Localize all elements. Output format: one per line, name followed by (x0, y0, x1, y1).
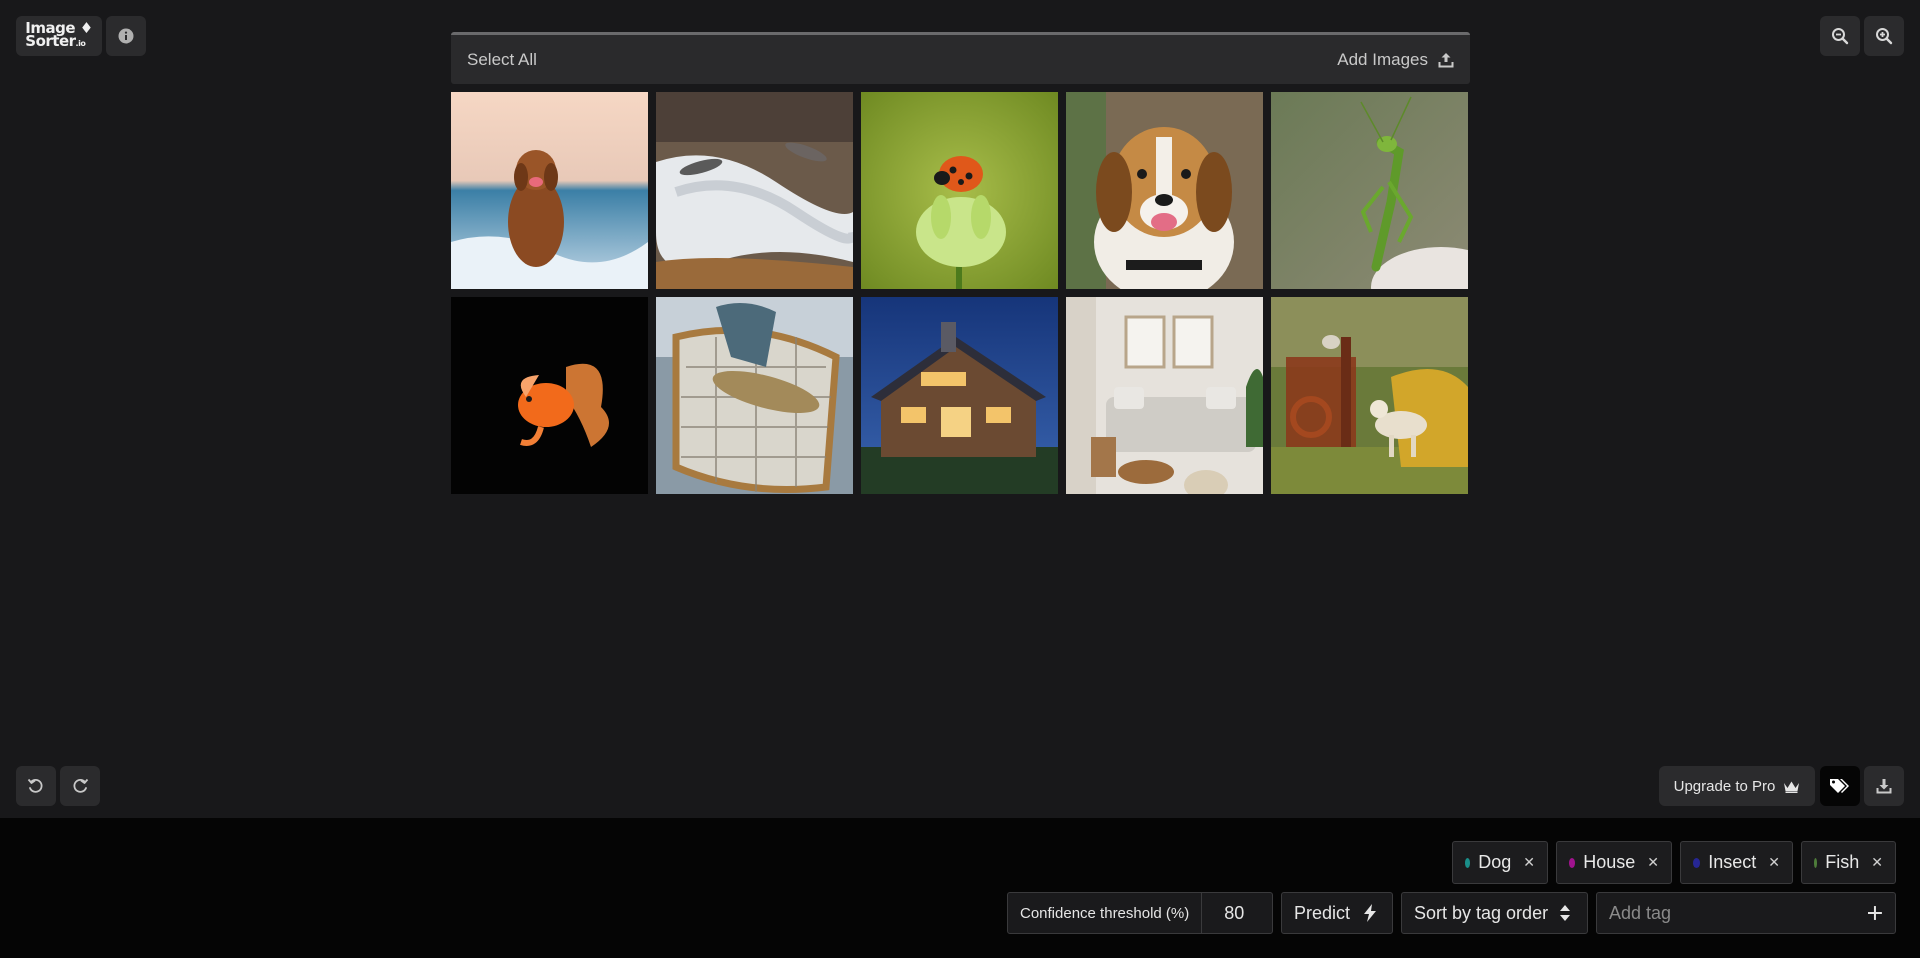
tag-color-dot (1693, 857, 1701, 868)
info-button[interactable] (106, 16, 146, 56)
upgrade-to-pro-button[interactable]: Upgrade to Pro (1659, 766, 1815, 806)
sort-icon (1560, 905, 1571, 921)
info-icon (118, 28, 134, 44)
tag-label: House (1583, 852, 1636, 872)
redo-icon (73, 778, 89, 793)
image-thumbnail-living-room[interactable] (1066, 297, 1263, 494)
image-thumbnail-ladybug-on-flower[interactable] (861, 92, 1058, 289)
image-thumbnail-trout-in-net[interactable] (656, 297, 853, 494)
upload-icon (1438, 52, 1454, 67)
undo-button[interactable] (16, 766, 56, 806)
tag-chip-insect[interactable]: Insect ✕ (1680, 841, 1793, 884)
image-thumbnail-praying-mantis[interactable] (1271, 92, 1468, 289)
download-icon (1876, 779, 1892, 794)
image-thumbnail-beagle-portrait[interactable] (1066, 92, 1263, 289)
praying-mantis-image (1271, 92, 1468, 289)
dog-on-beach-image (451, 92, 648, 289)
redo-button[interactable] (60, 766, 100, 806)
house-at-night-image (861, 297, 1058, 494)
zoom-in-button[interactable] (1864, 16, 1904, 56)
remove-tag-icon[interactable]: ✕ (1647, 854, 1659, 871)
upgrade-label: Upgrade to Pro (1673, 777, 1776, 795)
goldfish-image (451, 297, 648, 494)
tag-color-dot (1465, 857, 1471, 868)
zoom-in-icon (1876, 28, 1893, 45)
crown-icon (1784, 781, 1800, 793)
select-all-button[interactable]: Select All (467, 50, 537, 70)
plus-icon[interactable] (1867, 905, 1883, 921)
salmon-in-river-image (656, 92, 853, 289)
add-images-label: Add Images (1337, 49, 1428, 69)
ladybug-on-flower-image (861, 92, 1058, 289)
trout-in-net-image (656, 297, 853, 494)
image-thumbnail-dog-and-cat-in-garden[interactable] (1271, 297, 1468, 494)
predict-button[interactable]: Predict (1281, 892, 1393, 934)
beagle-portrait-image (1066, 92, 1263, 289)
sort-label: Sort by tag order (1414, 902, 1549, 923)
zoom-out-icon (1832, 28, 1849, 45)
bolt-icon (1364, 904, 1377, 922)
dog-and-cat-in-garden-image (1271, 297, 1468, 494)
tag-label: Insect (1708, 852, 1757, 872)
image-grid (451, 92, 1470, 494)
tags-icon (1830, 779, 1849, 793)
add-tag-field (1596, 892, 1896, 934)
remove-tag-icon[interactable]: ✕ (1768, 854, 1780, 871)
living-room-image (1066, 297, 1263, 494)
image-thumbnail-house-at-night[interactable] (861, 297, 1058, 494)
logo-wordmark: Image ♦ Sorter.io (25, 19, 93, 50)
history-controls (16, 766, 100, 806)
add-tag-input[interactable] (1609, 902, 1868, 924)
remove-tag-icon[interactable]: ✕ (1523, 854, 1535, 871)
download-button[interactable] (1864, 766, 1904, 806)
confidence-threshold-label: Confidence threshold (%) (1008, 893, 1203, 933)
image-thumbnail-goldfish[interactable] (451, 297, 648, 494)
add-images-button[interactable]: Add Images (1337, 50, 1454, 70)
tag-label: Fish (1825, 852, 1860, 872)
image-thumbnail-dog-on-beach[interactable] (451, 92, 648, 289)
image-thumbnail-salmon-in-river[interactable] (656, 92, 853, 289)
tag-chip-fish[interactable]: Fish ✕ (1801, 841, 1896, 884)
tag-chip-dog[interactable]: Dog ✕ (1452, 841, 1548, 884)
remove-tag-icon[interactable]: ✕ (1871, 854, 1883, 871)
sort-by-tag-order-select[interactable]: Sort by tag order (1401, 892, 1588, 934)
tag-color-dot (1814, 857, 1818, 868)
predict-label: Predict (1294, 902, 1351, 923)
image-toolbar: Select All Add Images (451, 32, 1470, 84)
tag-chip-house[interactable]: House ✕ (1556, 841, 1672, 884)
tag-color-dot (1569, 857, 1576, 868)
tag-label: Dog (1478, 852, 1512, 872)
undo-icon (27, 778, 43, 793)
app-logo[interactable]: Image ♦ Sorter.io (16, 16, 102, 56)
tags-panel-button[interactable] (1820, 766, 1860, 806)
confidence-threshold-input[interactable] (1202, 893, 1267, 933)
confidence-threshold-control: Confidence threshold (%) (1007, 892, 1273, 934)
zoom-out-button[interactable] (1820, 16, 1860, 56)
tag-footer (0, 818, 1920, 958)
